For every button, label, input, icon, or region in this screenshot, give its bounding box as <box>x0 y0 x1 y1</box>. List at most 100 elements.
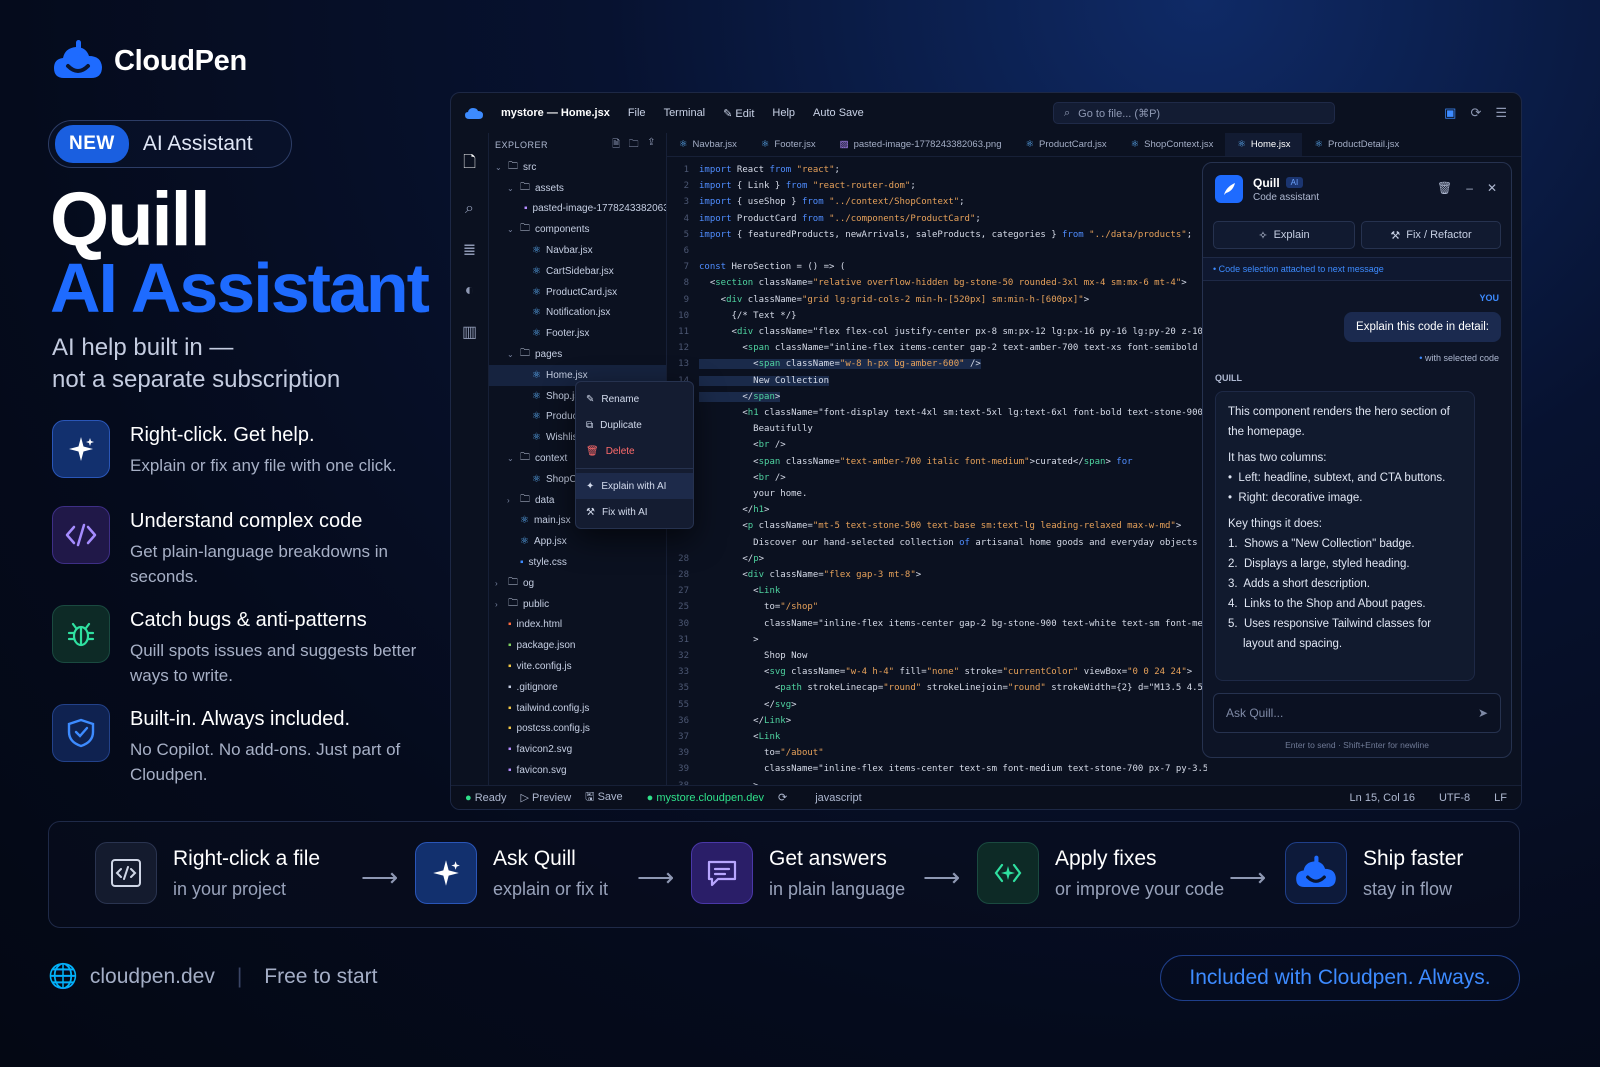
tagline-line-1: AI help built in — <box>52 334 234 361</box>
sync-icon[interactable]: ⟳ <box>778 791 787 804</box>
new-file-icon[interactable]: 🗎 <box>612 137 621 154</box>
monitor-icon[interactable]: ▣ <box>1444 105 1456 121</box>
save-button[interactable]: 🖫 Save <box>585 788 623 807</box>
code-line: to="/about" <box>699 748 824 759</box>
tree-item[interactable]: ▪ pasted-image-1778243382063... <box>489 199 666 220</box>
line-ending[interactable]: LF <box>1494 792 1507 804</box>
menu-icon[interactable]: ☰ <box>1495 105 1507 121</box>
send-icon[interactable]: ➤ <box>1478 706 1488 720</box>
menu-fix-ai[interactable]: ⚒ Fix with AI <box>576 499 693 525</box>
menu-duplicate[interactable]: ⧉ Duplicate <box>576 412 693 438</box>
tree-item[interactable]: ⌄ 🗀 pages <box>489 344 666 365</box>
close-icon[interactable]: ✕ <box>1487 181 1497 195</box>
menu-rename[interactable]: ✎ Rename <box>576 386 693 412</box>
tree-item[interactable]: ▪ tailwind.config.js <box>489 698 666 719</box>
step-title: Apply fixes <box>1055 846 1157 870</box>
save-label: Save <box>597 791 623 803</box>
editor-tab[interactable]: ⚛ ProductCard.jsx <box>1014 133 1119 156</box>
outline-icon[interactable]: ≣ <box>463 240 476 260</box>
quill-answer: This component renders the hero section … <box>1215 391 1475 681</box>
tree-item[interactable]: ▪ vite.config.js <box>489 656 666 677</box>
preview-button[interactable]: ▷ Preview <box>521 791 572 804</box>
tree-item[interactable]: ▪ index.html <box>489 615 666 636</box>
tree-item-label: favicon2.svg <box>516 744 573 756</box>
explain-button[interactable]: ✧ Explain <box>1213 221 1355 249</box>
included-cta[interactable]: Included with Cloudpen. Always. <box>1160 955 1520 1001</box>
editor-tab[interactable]: ⚛ Home.jsx <box>1225 133 1303 156</box>
menu-file[interactable]: File <box>628 107 646 119</box>
site-link[interactable]: cloudpen.dev <box>90 965 215 989</box>
trash-icon[interactable]: 🗑 <box>1437 181 1452 195</box>
tree-item[interactable]: ⚛ Notification.jsx <box>489 303 666 324</box>
user-message: Explain this code in detail: <box>1344 312 1501 342</box>
tree-item[interactable]: ▪ favicon.svg <box>489 760 666 781</box>
menu-delete[interactable]: 🗑 Delete <box>576 438 693 464</box>
code-line: <span className="inline-flex items-cente… <box>699 343 1207 354</box>
menu-terminal[interactable]: Terminal <box>664 107 706 119</box>
tree-item-label: vite.config.js <box>516 661 572 673</box>
fix-refactor-button[interactable]: ⚒ Fix / Refactor <box>1361 221 1501 249</box>
upload-icon[interactable]: ⇪ <box>647 137 656 154</box>
tree-item[interactable]: ▪ style.css <box>489 552 666 573</box>
svg-file-icon: ▪ <box>508 765 512 776</box>
feature-builtin: Built-in. Always included. No Copilot. N… <box>52 704 432 787</box>
tree-item[interactable]: ⚛ Footer.jsx <box>489 323 666 344</box>
deploy-url[interactable]: ● mystore.cloudpen.dev <box>647 792 764 804</box>
editor-tab[interactable]: ⚛ ShopContext.jsx <box>1119 133 1226 156</box>
goto-file-search[interactable]: ⌕ Go to file... (⌘P) <box>1053 102 1335 124</box>
tree-item[interactable]: ▪ postcss.config.js <box>489 719 666 740</box>
menu-explain-ai[interactable]: ✦ Explain with AI <box>576 473 693 499</box>
cursor-position[interactable]: Ln 15, Col 16 <box>1350 792 1415 804</box>
step-title: Get answers <box>769 846 887 870</box>
feature-title: Understand complex code <box>130 510 363 532</box>
code-editor[interactable]: 1 import React from "react"; 2 import { Lin… <box>667 165 1207 785</box>
menu-edit[interactable]: ✎ Edit <box>723 107 754 120</box>
code-line: import { useShop } from "../context/Shop… <box>699 197 965 208</box>
tree-item[interactable]: ⚛ App.jsx <box>489 531 666 552</box>
tree-item[interactable]: › 🗀 public <box>489 594 666 615</box>
tree-item[interactable]: ⚛ CartSidebar.jsx <box>489 261 666 282</box>
editor-tab[interactable]: ⚛ Footer.jsx <box>749 133 828 156</box>
code-line: className="inline-flex items-center gap-… <box>699 618 1207 629</box>
activity-bar: 🗋 ⌕ ≣ ◐ ▥ <box>451 133 489 785</box>
js-file-icon: ▪ <box>508 702 512 714</box>
arrow-icon: ⟶ <box>637 862 675 892</box>
tree-item[interactable]: ⌄ 🗀 src <box>489 157 666 178</box>
menu-autosave[interactable]: Auto Save <box>813 107 864 119</box>
ask-quill-input[interactable]: Ask Quill... ➤ <box>1213 693 1501 733</box>
language-mode[interactable]: javascript <box>815 792 861 804</box>
refresh-icon[interactable]: ⟳ <box>1470 105 1481 121</box>
editor-tab[interactable]: ▨ pasted-image-1778243382063.png <box>828 133 1014 156</box>
answer-p3: Key things it does: <box>1228 518 1322 530</box>
tree-item[interactable]: ⚛ Navbar.jsx <box>489 240 666 261</box>
js-file-icon: ▪ <box>508 723 512 735</box>
menu-help[interactable]: Help <box>772 107 795 119</box>
new-folder-icon[interactable]: 🗀 <box>629 137 640 154</box>
tree-item[interactable]: ▪ favicon2.svg <box>489 739 666 760</box>
tree-item[interactable]: ▪ .gitignore <box>489 677 666 698</box>
tree-item[interactable]: ▪ package.json <box>489 635 666 656</box>
palette-icon[interactable]: ◐ <box>465 282 475 300</box>
fix-sparkle-icon <box>977 842 1039 904</box>
files-icon[interactable]: 🗋 <box>463 151 476 178</box>
flow-step-right-click: Right-click a file in your project <box>95 842 320 904</box>
editor-tab[interactable]: ⚛ ProductDetail.jsx <box>1302 133 1411 156</box>
code-line: New Collection <box>699 375 830 386</box>
tagline-line-2: not a separate subscription <box>52 366 341 393</box>
tree-item[interactable]: › 🗀 og <box>489 573 666 594</box>
code-line: <section className="relative overflow-hi… <box>699 278 1187 289</box>
tab-label: Footer.jsx <box>774 139 816 150</box>
search-icon[interactable]: ⌕ <box>465 200 474 218</box>
editor-tab[interactable]: ⚛ Navbar.jsx <box>667 133 749 156</box>
tree-item[interactable]: ⌄ 🗀 components <box>489 219 666 240</box>
tree-item[interactable]: ⌄ 🗀 assets <box>489 178 666 199</box>
minimize-icon[interactable]: – <box>1466 181 1473 195</box>
chevron-icon: ⌄ <box>507 454 514 464</box>
encoding[interactable]: UTF-8 <box>1439 792 1470 804</box>
tree-item[interactable]: ⚛ ProductCard.jsx <box>489 282 666 303</box>
feature-desc: Quill spots issues and suggests better w… <box>130 641 417 685</box>
bullet-text: Right: decorative image. <box>1238 492 1363 504</box>
chart-icon[interactable]: ▥ <box>462 322 477 342</box>
code-line: const HeroSection = () => ( <box>699 262 846 273</box>
tree-item-label: Notification.jsx <box>545 307 611 319</box>
